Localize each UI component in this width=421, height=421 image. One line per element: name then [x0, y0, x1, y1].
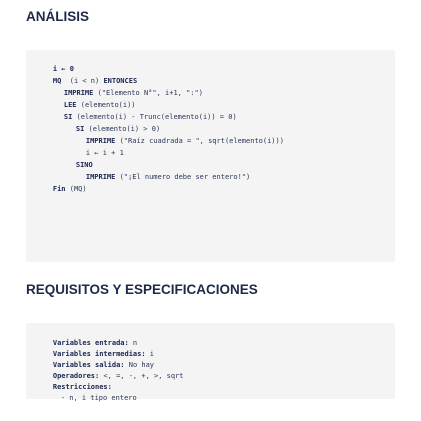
section-title-analisis: ANÁLISIS — [26, 9, 90, 24]
code-text: (MQ) — [65, 185, 87, 193]
code-keyword: IMPRIME — [85, 173, 116, 181]
pseudocode-block: i ← 0 MQ (i < n) ENTONCES IMPRIME ("Elem… — [26, 50, 395, 262]
specifications-block: Variables entrada: n Variables intermedi… — [26, 323, 395, 402]
code-line: Fin (MQ) — [36, 173, 87, 206]
code-line: IMPRIME ("¡El numero debe ser entero!") — [69, 161, 250, 194]
code-text: ("¡El numero debe ser entero!") — [115, 173, 251, 181]
code-line: - n, i tipo entero — [44, 382, 137, 415]
code-text: - n, i tipo entero — [60, 394, 137, 402]
code-keyword: Fin — [52, 185, 66, 193]
code-text: ("Raíz cuadrada = ", sqrt(elemento(i))) — [115, 137, 284, 145]
section-title-requisitos: REQUISITOS Y ESPECIFICACIONES — [26, 282, 258, 297]
